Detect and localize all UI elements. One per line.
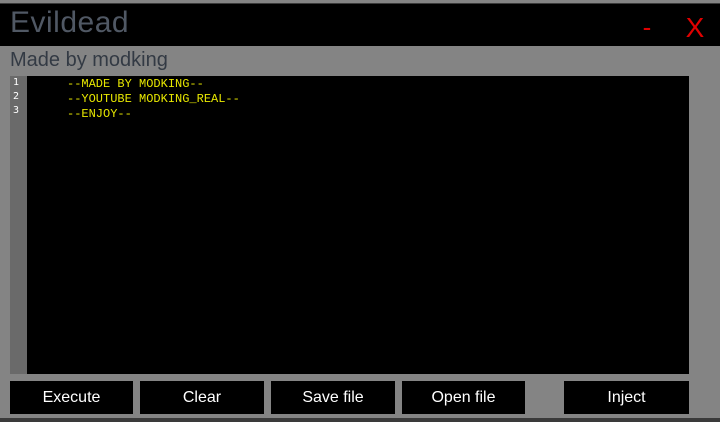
line-number: 3 <box>13 105 20 116</box>
close-button[interactable]: X <box>682 12 708 44</box>
window-title: Evildead <box>10 6 130 39</box>
line-number-gutter: 1 2 3 <box>10 76 27 374</box>
minimize-button[interactable]: - <box>636 12 658 42</box>
code-line: --MADE BY MODKING-- <box>67 77 204 91</box>
script-editor[interactable]: 1 2 3 --MADE BY MODKING-- --YOUTUBE MODK… <box>10 76 689 374</box>
code-area[interactable]: --MADE BY MODKING-- --YOUTUBE MODKING_RE… <box>29 76 689 374</box>
title-bar[interactable]: Evildead - X <box>0 3 720 46</box>
save-file-button[interactable]: Save file <box>271 381 395 414</box>
inject-button[interactable]: Inject <box>564 381 689 414</box>
line-number: 2 <box>13 91 20 102</box>
window-bottom-border <box>0 418 720 422</box>
line-number: 1 <box>13 77 20 88</box>
app-window: Evildead - X Made by modking 1 2 3 --MAD… <box>0 0 720 422</box>
open-file-button[interactable]: Open file <box>402 381 525 414</box>
code-line: --ENJOY-- <box>67 107 132 121</box>
credits-label: Made by modking <box>10 49 168 71</box>
clear-button[interactable]: Clear <box>140 381 264 414</box>
code-line: --YOUTUBE MODKING_REAL-- <box>67 92 240 106</box>
execute-button[interactable]: Execute <box>10 381 133 414</box>
